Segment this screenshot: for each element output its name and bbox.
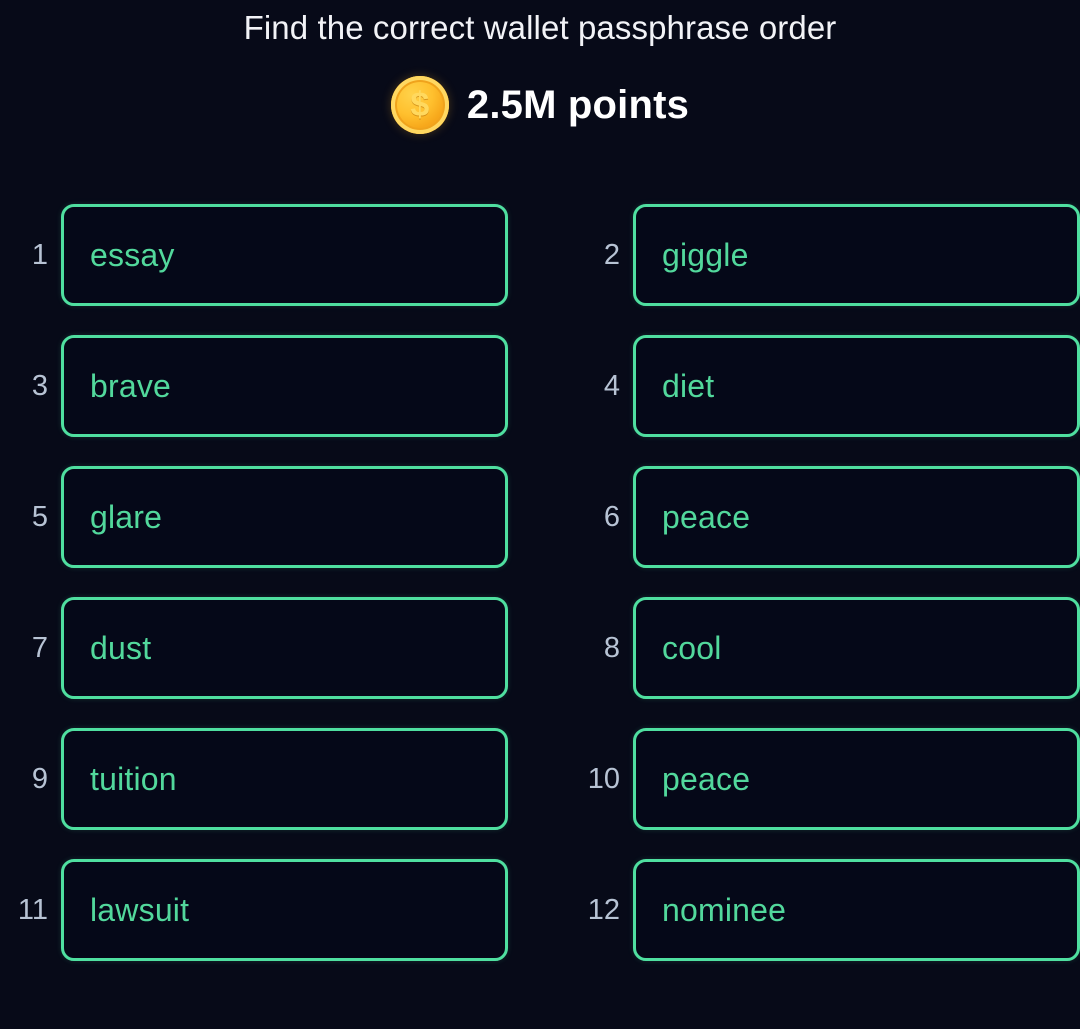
word-box[interactable]: giggle [633, 204, 1080, 306]
word-index: 11 [17, 893, 48, 926]
word-label: tuition [90, 761, 177, 797]
word-box[interactable]: brave [61, 335, 508, 437]
coin-dollar-symbol: $ [410, 86, 430, 124]
word-box[interactable]: dust [61, 597, 508, 699]
word-index: 8 [603, 631, 620, 664]
word-box[interactable]: cool [633, 597, 1080, 699]
word-label: glare [90, 499, 163, 535]
word-label: lawsuit [90, 892, 190, 928]
word-cell: 2 giggle [572, 204, 1080, 306]
word-cell: 11 lawsuit [0, 859, 508, 961]
word-cell: 1 essay [0, 204, 508, 306]
word-label: cool [662, 630, 722, 666]
word-box[interactable]: peace [633, 728, 1080, 830]
word-box[interactable]: glare [61, 466, 508, 568]
points-value: 2.5M points [466, 83, 690, 127]
page-title: Find the correct wallet passphrase order [243, 9, 837, 46]
word-index: 4 [603, 369, 620, 402]
word-cell: 6 peace [572, 466, 1080, 568]
word-cell: 5 glare [0, 466, 508, 568]
word-index: 7 [31, 631, 48, 664]
word-cell: 8 cool [572, 597, 1080, 699]
word-index: 5 [31, 500, 48, 533]
word-index: 2 [603, 238, 620, 271]
word-box[interactable]: peace [633, 466, 1080, 568]
word-cell: 9 tuition [0, 728, 508, 830]
word-label: peace [662, 499, 751, 535]
word-box[interactable]: diet [633, 335, 1080, 437]
word-index: 9 [31, 762, 48, 795]
word-box[interactable]: tuition [61, 728, 508, 830]
word-label: nominee [662, 892, 787, 928]
points-reward: $ 2.5M points [390, 76, 690, 134]
word-index: 3 [31, 369, 48, 402]
word-label: peace [662, 761, 751, 797]
coin-dollar-icon: $ [390, 76, 449, 134]
word-label: brave [90, 368, 172, 404]
word-cell: 4 diet [572, 335, 1080, 437]
word-index: 10 [587, 762, 620, 795]
word-label: essay [90, 237, 175, 273]
word-box[interactable]: lawsuit [61, 859, 508, 961]
word-cell: 7 dust [0, 597, 508, 699]
word-cell: 12 nominee [572, 859, 1080, 961]
word-index: 1 [31, 238, 48, 271]
word-index: 12 [587, 893, 620, 926]
word-index: 6 [603, 500, 620, 533]
word-box[interactable]: essay [61, 204, 508, 306]
passphrase-word-grid: 1 essay 2 giggle 3 brave 4 diet 5 glare … [0, 204, 1080, 961]
word-label: dust [90, 630, 152, 666]
word-label: diet [662, 368, 715, 404]
word-label: giggle [662, 237, 749, 273]
word-box[interactable]: nominee [633, 859, 1080, 961]
passphrase-order-screen: Find the correct wallet passphrase order… [0, 0, 1080, 1029]
word-cell: 3 brave [0, 335, 508, 437]
word-cell: 10 peace [572, 728, 1080, 830]
